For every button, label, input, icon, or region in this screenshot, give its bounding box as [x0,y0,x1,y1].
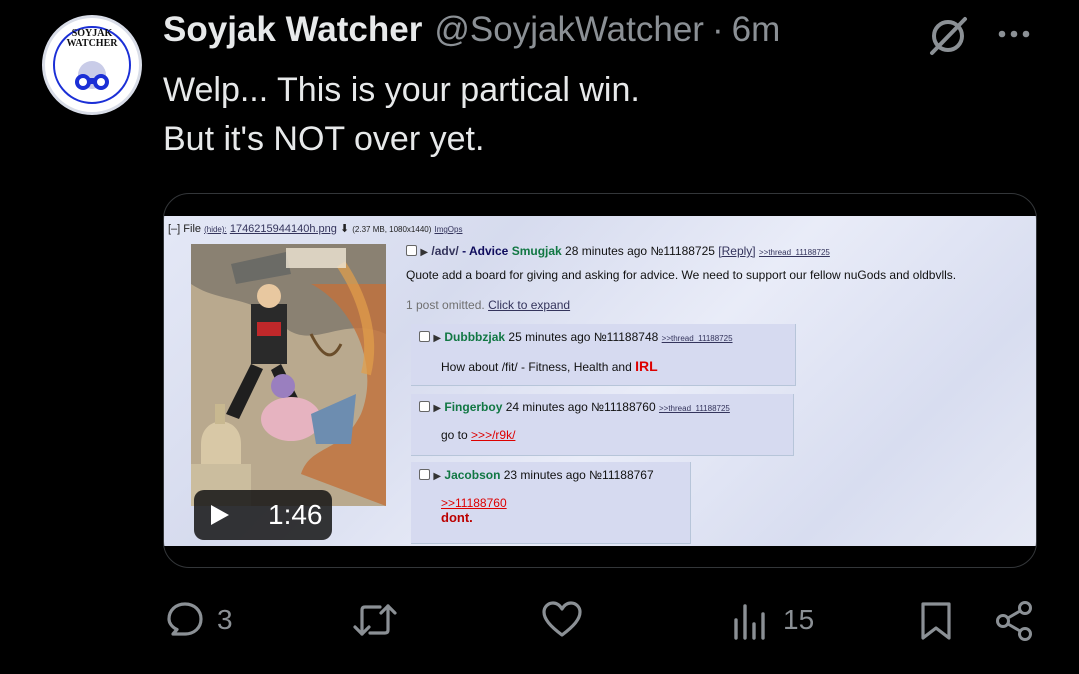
file-name-link: 1746215944140h.png [229,223,337,235]
reply-time: 23 minutes ago [503,468,586,482]
file-label: [–] File [168,223,202,235]
separator-dot: · [711,10,724,49]
reply-body-text: dont. [441,510,473,525]
post-thumbnail-image [191,244,386,506]
post-menu-arrow-icon: ▶ [433,471,442,482]
imgops-link: ImgOps [434,225,463,234]
reply-thread-link: >>thread_11188725 [661,334,733,343]
reply-post: ▶ Jacobson 23 minutes ago №11188767 >>11… [411,462,691,544]
op-board: /adv/ [431,244,459,258]
post-menu-arrow-icon: ▶ [420,247,429,258]
like-button[interactable] [541,600,583,640]
heart-icon [542,601,582,637]
reply-time: 24 minutes ago [505,400,588,414]
reply-body-text: go to [441,428,468,442]
reply-header: ▶ Fingerboy 24 minutes ago №11188760 >>t… [419,400,785,414]
omitted-count: 1 post omitted. [406,298,485,312]
reply-header: ▶ Dubbbzjak 25 minutes ago №11188748 >>t… [419,330,787,344]
share-button[interactable] [994,600,1034,642]
file-hide-link: (hide): [204,225,227,234]
file-info-line: [–] File (hide): 1746215944140h.png ⬇ (2… [168,222,462,235]
reply-count: 3 [217,604,233,635]
play-icon[interactable] [208,504,230,526]
reply-thread-link: >>thread_11188725 [658,404,730,413]
views-icon [734,604,765,640]
post-menu-arrow-icon: ▶ [433,403,442,414]
op-subject: - Advice [462,244,509,258]
video-duration: 1:46 [268,499,323,530]
omitted-line: 1 post omitted. Click to expand [406,298,1034,312]
reply-button[interactable]: 3 [165,600,233,640]
op-poster-name: Smugjak [511,244,562,258]
tweet-text-line-2: But it's NOT over yet. [163,120,485,158]
post-checkbox [419,331,430,342]
share-icon [996,601,1032,641]
views-button[interactable]: 15 [731,600,814,640]
reply-quote: >>11188760 [441,496,507,510]
reply-body: go to >>>/r9k/ [419,428,785,442]
reply-poster-name: Fingerboy [444,400,503,414]
reply-board-link: >>>/r9k/ [471,428,516,442]
retweet-button[interactable] [352,600,398,640]
post-menu-arrow-icon: ▶ [433,333,442,344]
reply-poster-name: Dubbbzjak [444,330,506,344]
post-checkbox [419,469,430,480]
display-name[interactable]: Soyjak Watcher [163,10,422,50]
post-checkbox [419,401,430,412]
reply-header: ▶ Jacobson 23 minutes ago №11188767 [419,468,682,482]
reply-quote-link: >>11188760 [419,496,682,510]
download-icon: ⬇ [339,223,350,235]
reply-post-number: №11188767 [589,468,654,482]
reply-post: ▶ Fingerboy 24 minutes ago №11188760 >>t… [411,394,794,456]
timestamp[interactable]: 6m [732,10,781,50]
op-post-body: Quote add a board for giving and asking … [406,268,957,282]
reply-body: How about /fit/ - Fitness, Health and IR… [419,358,787,374]
avatar[interactable]: SOYJAK WATCHER [42,15,142,115]
reply-body-highlight: IRL [635,358,658,374]
reply-body: dont. [419,510,682,525]
op-post: ▶ /adv/ - Advice Smugjak 28 minutes ago … [406,244,1034,312]
op-post-header: ▶ /adv/ - Advice Smugjak 28 minutes ago … [406,244,1034,258]
op-thread-link: >>thread_11188725 [758,248,830,257]
reply-post-number: №11188748 [593,330,659,344]
op-post-number: №11188725 [650,244,715,258]
user-handle[interactable]: @SoyjakWatcher [434,10,704,50]
reply-poster-name: Jacobson [444,468,501,482]
grok-icon[interactable] [926,14,970,58]
post-checkbox [406,245,417,256]
tweet-text: Welp... This is your partical win. But i… [163,66,640,164]
tweet-text-line-1: Welp... This is your partical win. [163,71,640,109]
views-count: 15 [783,604,815,635]
reply-post-number: №11188760 [591,400,656,414]
reply-body-text: How about /fit/ - Fitness, Health and [441,360,632,374]
op-reply-link: [Reply] [718,244,756,258]
video-media[interactable]: [–] File (hide): 1746215944140h.png ⬇ (2… [163,193,1037,568]
expand-link: Click to expand [488,298,571,312]
retweet-icon [353,604,397,636]
reply-icon [167,602,203,636]
tweet-header: Soyjak Watcher @SoyjakWatcher · 6m [163,10,780,50]
file-meta: (2.37 MB, 1080x1440) [352,225,432,234]
tweet-action-bar: 3 15 [0,600,1079,650]
bookmark-button[interactable] [918,600,954,642]
bookmark-icon [921,602,951,640]
avatar-text-bottom: WATCHER [66,38,118,49]
video-play-control[interactable]: 1:46 [194,490,332,540]
reply-post: ▶ Dubbbzjak 25 minutes ago №11188748 >>t… [411,324,796,386]
more-icon[interactable] [994,16,1034,56]
reply-time: 25 minutes ago [508,330,591,344]
op-time: 28 minutes ago [565,244,648,258]
